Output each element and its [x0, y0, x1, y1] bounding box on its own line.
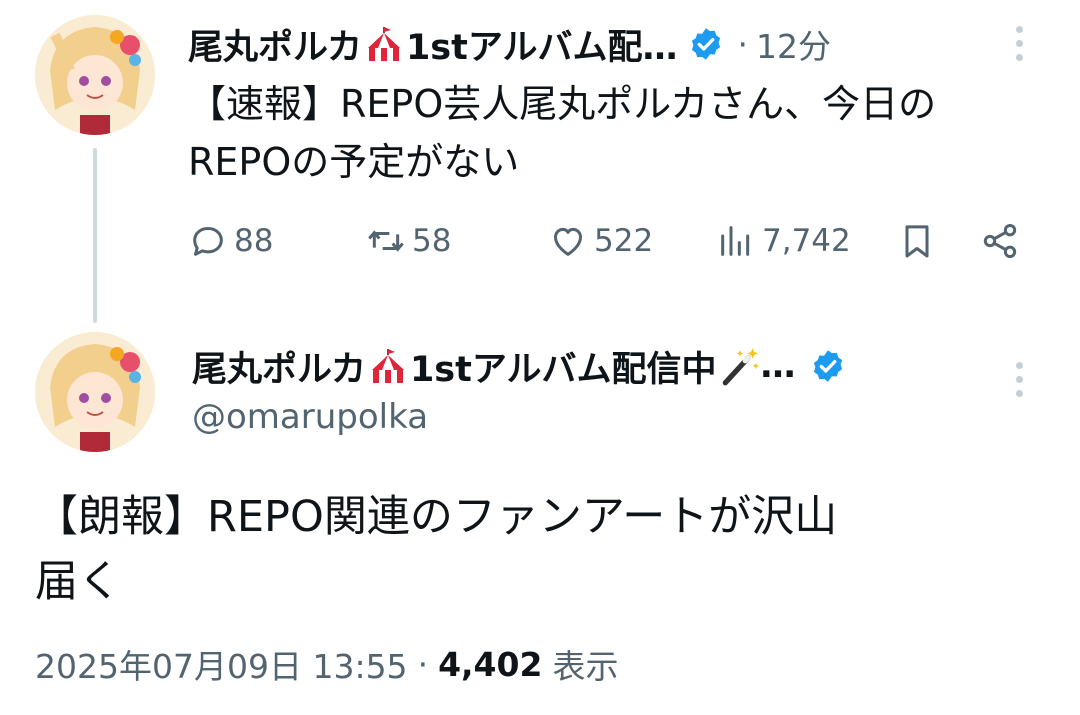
circus-tent-icon — [367, 27, 400, 61]
main-display-name[interactable]: 尾丸ポルカ — [192, 341, 366, 392]
verified-badge-icon — [813, 350, 842, 382]
main-text-line2: 届く — [35, 557, 121, 607]
display-name[interactable]: 尾丸ポルカ — [188, 19, 362, 70]
reply-text: 【速報】REPO芸人尾丸ポルカさん、今日の REPOの予定がない — [188, 75, 936, 191]
bookmark-icon — [905, 225, 929, 258]
circus-tent-icon — [371, 349, 404, 383]
share-icon — [983, 224, 1017, 258]
more-icon[interactable] — [1014, 26, 1024, 61]
views-button[interactable]: 7,742 — [716, 221, 851, 261]
main-avatar[interactable] — [35, 332, 155, 452]
time-separator: · — [737, 24, 749, 64]
retweet-icon — [368, 230, 404, 252]
display-name-suffix[interactable]: 1stアルバム配… — [406, 19, 678, 70]
views-count: 7,742 — [762, 223, 851, 259]
main-text: 【朗報】REPO関連のファンアートが沢山 届く — [35, 485, 837, 615]
main-meta: 2025年07月09日 13:55 · 4,402 表示 — [35, 640, 618, 688]
reply-count: 88 — [234, 223, 274, 259]
main-views-label: 表示 — [552, 647, 619, 686]
tweet-time[interactable]: 12分 — [756, 20, 831, 68]
like-icon — [554, 227, 582, 256]
main-meta-separator: · — [417, 644, 429, 684]
main-header: 尾丸ポルカ 1stアルバム配信中 … — [192, 342, 846, 390]
main-more-icon[interactable] — [1014, 362, 1024, 397]
views-icon — [721, 226, 750, 256]
magic-wand-icon — [722, 348, 759, 386]
like-count: 522 — [594, 223, 654, 259]
like-button[interactable]: 522 — [548, 221, 653, 261]
main-timestamp[interactable]: 2025年07月09日 13:55 — [35, 640, 408, 688]
bookmark-button[interactable] — [897, 221, 937, 265]
main-views-count: 4,402 — [438, 644, 543, 684]
reply-icon — [193, 227, 223, 256]
main-handle[interactable]: @omarupolka — [192, 397, 428, 437]
main-text-line1: 【朗報】REPO関連のファンアートが沢山 — [35, 492, 838, 542]
reply-header: 尾丸ポルカ 1stアルバム配… · 12分 — [188, 20, 831, 68]
retweet-count: 58 — [412, 223, 452, 259]
share-button[interactable] — [980, 221, 1020, 265]
verified-badge-icon — [691, 28, 720, 60]
reply-text-line1: 【速報】REPO芸人尾丸ポルカさん、今日の — [188, 82, 937, 126]
main-display-name-ellipsis: … — [760, 346, 796, 386]
thread-line — [93, 148, 97, 323]
main-display-name-suffix[interactable]: 1stアルバム配信中 — [410, 341, 717, 392]
reply-text-line2: REPOの予定がない — [188, 140, 520, 184]
avatar[interactable] — [35, 15, 155, 135]
retweet-button[interactable]: 58 — [366, 221, 451, 261]
reply-button[interactable]: 88 — [188, 221, 273, 261]
